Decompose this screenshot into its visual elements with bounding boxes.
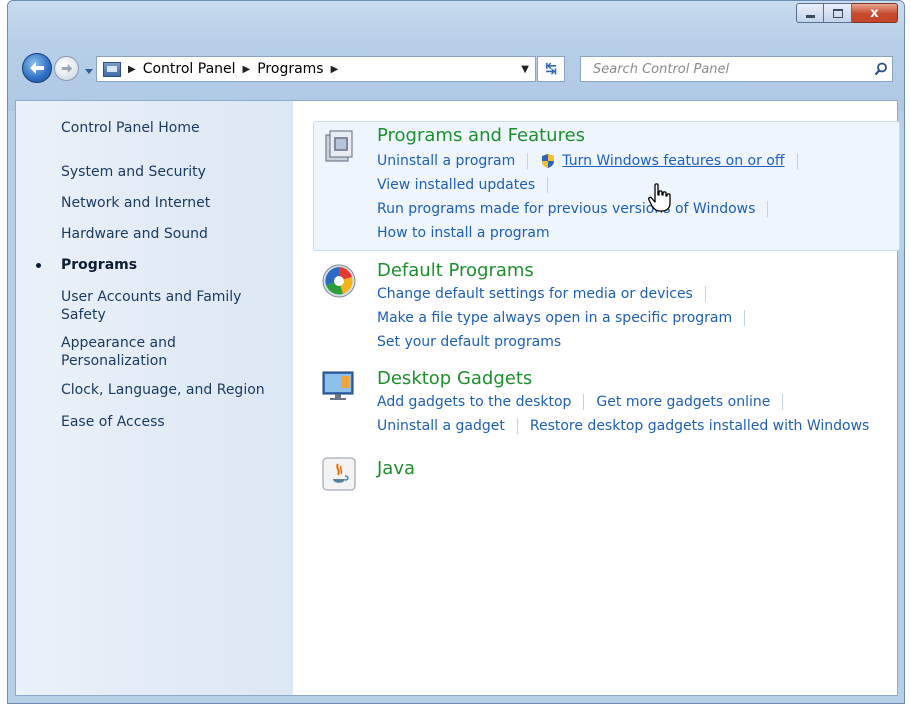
run-older-programs-link[interactable]: Run programs made for previous versions … (377, 201, 755, 217)
link-row: Add gadgets to the desktop Get more gadg… (377, 394, 795, 410)
recent-pages-button[interactable] (83, 62, 95, 74)
default-programs-icon (322, 264, 356, 298)
content-pane: Control Panel Home System and Security N… (15, 100, 900, 696)
link-row: View installed updates (377, 177, 560, 193)
sidebar-item-ease-of-access[interactable]: Ease of Access (61, 413, 281, 431)
title-bar[interactable]: x (8, 1, 904, 41)
link-row: Uninstall a gadget Restore desktop gadge… (377, 418, 869, 434)
link-row: How to install a program (377, 225, 550, 241)
breadcrumb-separator-icon[interactable]: ▶ (243, 64, 251, 75)
uac-shield-icon (542, 154, 555, 168)
divider (547, 177, 549, 193)
maximize-button[interactable] (824, 3, 852, 23)
minimize-button[interactable] (796, 3, 824, 23)
divider (516, 418, 518, 434)
main-panel: Programs and Features Uninstall a progra… (293, 101, 900, 695)
breadcrumb-control-panel[interactable]: Control Panel (143, 61, 236, 77)
link-row: Uninstall a program Turn Windows feature… (377, 153, 810, 169)
set-default-programs-link[interactable]: Set your default programs (377, 334, 561, 350)
close-button[interactable]: x (852, 3, 898, 23)
java-icon (322, 457, 356, 491)
category-title[interactable]: Java (377, 458, 415, 479)
sidebar: Control Panel Home System and Security N… (16, 101, 293, 695)
link-row: Run programs made for previous versions … (377, 201, 780, 217)
divider (796, 153, 798, 169)
search-box[interactable] (580, 56, 893, 82)
selected-bullet-icon (36, 263, 41, 268)
file-type-association-link[interactable]: Make a file type always open in a specif… (377, 310, 732, 326)
divider (782, 394, 784, 410)
change-default-settings-link[interactable]: Change default settings for media or dev… (377, 286, 693, 302)
refresh-icon: ↹ (545, 61, 557, 77)
link-row: Change default settings for media or dev… (377, 286, 718, 302)
sidebar-item-clock-language-region[interactable]: Clock, Language, and Region (61, 381, 281, 399)
sidebar-item-system-and-security[interactable]: System and Security (61, 163, 281, 181)
control-panel-icon (103, 61, 121, 77)
restore-gadgets-link[interactable]: Restore desktop gadgets installed with W… (530, 418, 869, 434)
search-icon[interactable] (870, 58, 892, 80)
sidebar-item-appearance[interactable]: Appearance and Personalization (61, 334, 211, 370)
control-panel-window: x ▶ Control Panel ▶ Programs ▶ ▼ ↹ Searc… (7, 0, 905, 704)
divider (767, 201, 769, 217)
close-icon: x (870, 5, 879, 21)
divider (583, 394, 585, 410)
breadcrumb-separator-icon[interactable]: ▶ (331, 64, 339, 75)
divider (527, 153, 529, 169)
maximize-icon (832, 8, 843, 18)
forward-arrow-icon (61, 64, 72, 73)
forward-button[interactable] (54, 56, 79, 81)
window-controls: x (796, 3, 898, 25)
add-gadgets-link[interactable]: Add gadgets to the desktop (377, 394, 571, 410)
back-button[interactable] (22, 53, 52, 83)
uninstall-program-link[interactable]: Uninstall a program (377, 153, 515, 169)
search-input[interactable] (591, 60, 845, 78)
address-box[interactable]: ▶ Control Panel ▶ Programs ▶ ▼ (96, 56, 536, 82)
uninstall-gadget-link[interactable]: Uninstall a gadget (377, 418, 505, 434)
turn-windows-features-link[interactable]: Turn Windows features on or off (562, 153, 784, 169)
chevron-down-icon (85, 69, 93, 74)
minimize-icon (805, 14, 815, 18)
desktop-gadgets-icon (322, 371, 354, 400)
sidebar-item-control-panel-home[interactable]: Control Panel Home (61, 119, 281, 137)
breadcrumb-programs[interactable]: Programs (257, 61, 323, 77)
view-installed-updates-link[interactable]: View installed updates (377, 177, 535, 193)
divider (704, 286, 706, 302)
navigation-bar: ▶ Control Panel ▶ Programs ▶ ▼ ↹ (8, 49, 904, 89)
category-title[interactable]: Programs and Features (377, 125, 585, 146)
refresh-button[interactable]: ↹ (537, 56, 565, 82)
how-to-install-link[interactable]: How to install a program (377, 225, 550, 241)
divider (744, 310, 746, 326)
sidebar-item-label: Programs (61, 257, 138, 273)
address-dropdown-icon[interactable]: ▼ (521, 64, 529, 75)
link-row: Set your default programs (377, 334, 561, 350)
category-title[interactable]: Default Programs (377, 260, 534, 281)
programs-features-icon (325, 130, 353, 162)
sidebar-item-programs[interactable]: Programs (36, 256, 281, 274)
back-arrow-icon (30, 62, 44, 74)
link-row: Make a file type always open in a specif… (377, 310, 757, 326)
sidebar-item-hardware-and-sound[interactable]: Hardware and Sound (61, 225, 281, 243)
category-title[interactable]: Desktop Gadgets (377, 368, 532, 389)
breadcrumb-separator-icon[interactable]: ▶ (128, 64, 136, 75)
sidebar-item-network-and-internet[interactable]: Network and Internet (61, 194, 281, 212)
sidebar-item-user-accounts[interactable]: User Accounts and Family Safety (61, 288, 261, 324)
get-more-gadgets-link[interactable]: Get more gadgets online (596, 394, 770, 410)
